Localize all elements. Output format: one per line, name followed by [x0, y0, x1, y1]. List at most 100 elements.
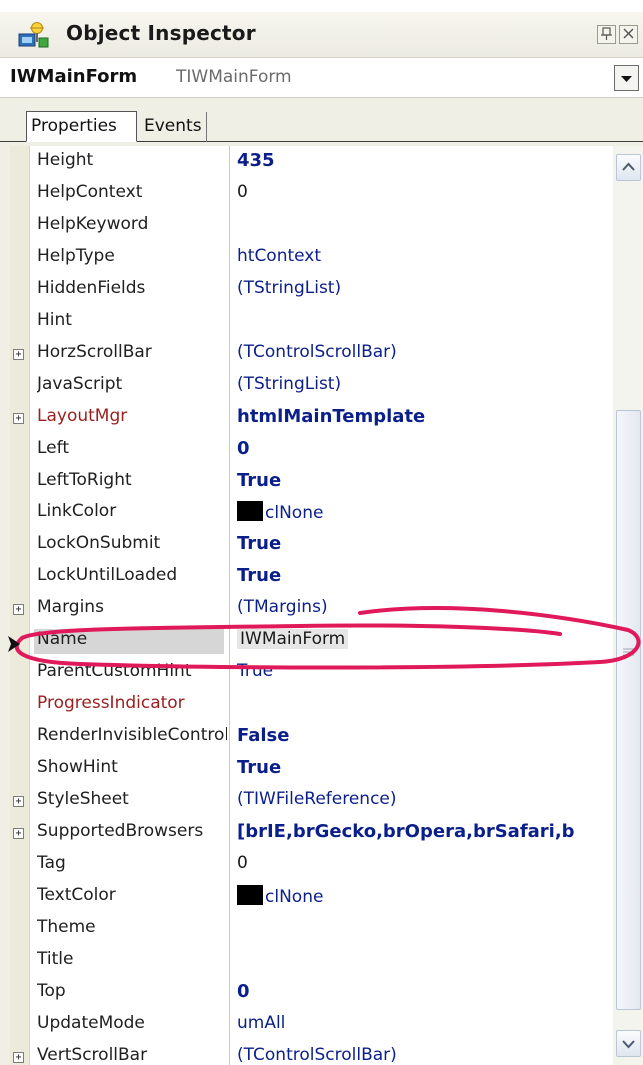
- property-row[interactable]: JavaScript (TStringList): [10, 370, 613, 402]
- property-name: Theme: [37, 916, 96, 937]
- property-row[interactable]: + SupportedBrowsers [brIE,brGecko,brOpera,…: [10, 817, 613, 849]
- property-value[interactable]: (TControlScrollBar): [237, 342, 397, 362]
- property-name: ProgressIndicator: [37, 693, 185, 714]
- property-value[interactable]: False: [237, 725, 289, 746]
- property-value[interactable]: True: [237, 565, 281, 586]
- property-row[interactable]: TextColor clNone: [10, 881, 613, 913]
- property-value[interactable]: clNone: [237, 884, 323, 907]
- property-value[interactable]: (TIWFileReference): [237, 789, 397, 809]
- chevron-down-icon[interactable]: [614, 65, 639, 91]
- property-value[interactable]: 435: [237, 150, 275, 171]
- window-title: Object Inspector: [66, 21, 256, 45]
- property-row[interactable]: HelpType htContext: [10, 242, 613, 274]
- property-name: Title: [37, 948, 74, 969]
- expand-plus-icon[interactable]: +: [13, 1051, 24, 1063]
- property-value[interactable]: 0: [237, 981, 250, 1002]
- top-strip: [0, 0, 643, 12]
- property-row[interactable]: Top 0: [10, 977, 613, 1009]
- property-row[interactable]: Theme: [10, 913, 613, 945]
- property-name: LeftToRight: [37, 469, 132, 490]
- property-value[interactable]: 0: [237, 438, 250, 459]
- property-name: UpdateMode: [37, 1012, 145, 1033]
- property-row[interactable]: + VertScrollBar (TControlScrollBar): [10, 1041, 613, 1065]
- property-row[interactable]: Left 0: [10, 434, 613, 466]
- property-name: LayoutMgr: [37, 405, 128, 426]
- property-value[interactable]: True: [237, 661, 273, 681]
- property-value[interactable]: umAll: [237, 1013, 285, 1033]
- property-value[interactable]: IWMainForm: [237, 629, 349, 650]
- expand-plus-icon[interactable]: +: [13, 412, 24, 424]
- property-row[interactable]: LeftToRight True: [10, 466, 613, 498]
- property-row[interactable]: Height 435: [10, 146, 613, 178]
- property-row[interactable]: + LayoutMgr htmlMainTemplate: [10, 402, 613, 434]
- vertical-scrollbar[interactable]: [613, 146, 643, 1065]
- property-value[interactable]: True: [237, 470, 281, 491]
- property-row[interactable]: Title: [10, 945, 613, 977]
- expand-plus-icon[interactable]: +: [13, 796, 24, 807]
- property-row[interactable]: ShowHint True: [10, 753, 613, 785]
- property-value[interactable]: (TMargins): [237, 597, 328, 617]
- row-pointer-icon: [8, 636, 20, 652]
- property-value[interactable]: True: [237, 757, 281, 778]
- property-value[interactable]: True: [237, 533, 281, 554]
- property-row[interactable]: HelpKeyword: [10, 210, 613, 242]
- property-value[interactable]: 0: [237, 853, 248, 873]
- property-row[interactable]: UpdateMode umAll: [10, 1009, 613, 1041]
- property-value[interactable]: htContext: [237, 246, 321, 266]
- property-row[interactable]: LinkColor clNone: [10, 497, 613, 529]
- property-row[interactable]: + StyleSheet (TIWFileReference): [10, 785, 613, 817]
- property-name: LockOnSubmit: [37, 533, 161, 554]
- pin-icon[interactable]: [597, 25, 616, 44]
- scroll-up-button[interactable]: [616, 154, 641, 181]
- property-row[interactable]: HiddenFields (TStringList): [10, 274, 613, 306]
- property-row[interactable]: + HorzScrollBar (TControlScrollBar): [10, 338, 613, 370]
- component-selector[interactable]: IWMainForm TIWMainForm: [0, 58, 643, 98]
- property-row[interactable]: + Margins (TMargins): [10, 593, 613, 625]
- title-bar: Object Inspector: [0, 12, 643, 58]
- tab-events[interactable]: Events: [140, 112, 207, 142]
- property-row[interactable]: Hint: [10, 306, 613, 338]
- property-name: HelpType: [37, 245, 115, 266]
- expand-plus-icon[interactable]: +: [13, 827, 24, 839]
- property-name: HelpContext: [37, 181, 143, 202]
- property-value[interactable]: (TStringList): [237, 278, 341, 298]
- property-row[interactable]: HelpContext 0: [10, 178, 613, 210]
- tab-properties[interactable]: Properties: [26, 111, 137, 142]
- property-row[interactable]: LockOnSubmit True: [10, 529, 613, 561]
- property-value[interactable]: clNone: [237, 501, 323, 523]
- property-name: HelpKeyword: [37, 213, 149, 234]
- property-row[interactable]: Tag 0: [10, 849, 613, 881]
- property-name: Name: [34, 629, 224, 655]
- close-icon[interactable]: [619, 25, 638, 44]
- property-name: LockUntilLoaded: [37, 565, 178, 586]
- property-name: HorzScrollBar: [37, 341, 152, 362]
- property-value[interactable]: 0: [237, 182, 248, 202]
- expand-plus-icon[interactable]: +: [13, 604, 24, 616]
- property-row[interactable]: ParentCustomHint True: [10, 657, 613, 689]
- property-value[interactable]: [brIE,brGecko,brOpera,brSafari,b: [237, 821, 575, 842]
- property-name: HiddenFields: [37, 277, 146, 298]
- property-value[interactable]: htmlMainTemplate: [237, 406, 425, 427]
- property-name: Left: [37, 437, 69, 458]
- property-grid: Height 435 HelpContext 0 HelpKeyword HelpType…: [10, 146, 613, 1065]
- scrollbar-thumb[interactable]: [616, 410, 641, 1010]
- property-name: Margins: [37, 597, 104, 618]
- property-name: ShowHint: [37, 757, 118, 778]
- property-name: VertScrollBar: [37, 1044, 148, 1065]
- property-name: JavaScript: [37, 373, 123, 394]
- color-swatch: [237, 501, 263, 522]
- property-row[interactable]: Name IWMainForm: [10, 625, 613, 657]
- property-name: SupportedBrowsers: [37, 820, 204, 841]
- scroll-down-button[interactable]: [616, 1030, 641, 1057]
- expand-plus-icon[interactable]: +: [13, 348, 24, 360]
- color-value-text: clNone: [265, 503, 324, 524]
- selected-object-name: IWMainForm: [10, 66, 138, 87]
- property-row[interactable]: LockUntilLoaded True: [10, 561, 613, 593]
- property-value[interactable]: (TStringList): [237, 374, 341, 394]
- property-value[interactable]: (TControlScrollBar): [237, 1045, 397, 1065]
- property-name: ParentCustomHint: [37, 661, 192, 682]
- property-name: Hint: [37, 309, 72, 330]
- property-name: LinkColor: [37, 501, 117, 522]
- property-row[interactable]: ProgressIndicator: [10, 689, 613, 721]
- property-row[interactable]: RenderInvisibleControls False: [10, 721, 613, 753]
